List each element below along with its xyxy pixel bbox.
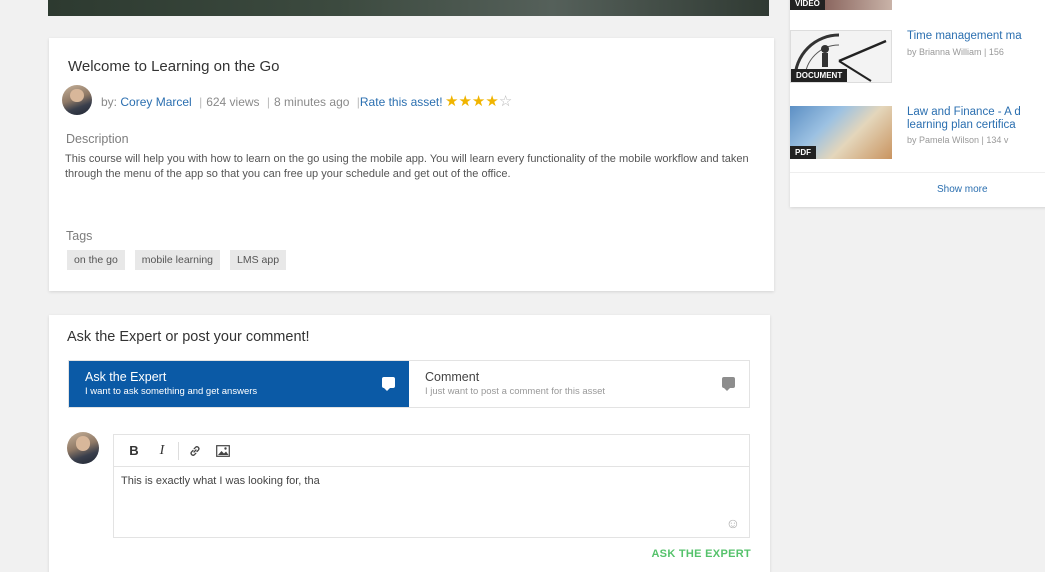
related-assets-panel: VIDEO DOCUMENT Time management ma by Bri… (790, 0, 1045, 207)
meta-separator: | (266, 95, 271, 109)
tag-list: on the go mobile learning LMS app (67, 250, 287, 270)
divider (790, 172, 1045, 173)
tab-subtitle: I just want to post a comment for this a… (425, 386, 606, 397)
star-empty-icon[interactable]: ☆ (499, 93, 512, 110)
tab-title: Comment (425, 370, 480, 384)
image-icon[interactable] (209, 439, 237, 463)
comment-mode-tabs: Ask the Expert I want to ask something a… (68, 360, 750, 408)
tag-chip[interactable]: mobile learning (134, 250, 221, 270)
show-more-link[interactable]: Show more (937, 184, 988, 195)
tag-chip[interactable]: LMS app (230, 250, 287, 270)
rate-asset-link[interactable]: Rate this asset! (360, 95, 443, 109)
star-filled-icon[interactable]: ★ (445, 93, 458, 110)
toolbar-divider (178, 441, 179, 460)
comment-card: Ask the Expert or post your comment! Ask… (49, 315, 770, 572)
tab-subtitle: I want to ask something and get answers (85, 386, 258, 397)
tab-comment[interactable]: Comment I just want to post a comment fo… (409, 361, 749, 407)
type-badge: VIDEO (790, 0, 825, 10)
author-avatar[interactable] (62, 85, 92, 115)
related-asset-title[interactable]: Law and Finance - A d learning plan cert… (907, 106, 1021, 132)
user-avatar (67, 432, 99, 464)
related-asset-meta: by Brianna William | 156 (907, 47, 1004, 57)
ask-expert-submit-button[interactable]: ASK THE EXPERT (651, 548, 751, 560)
editor-toolbar: B I (114, 435, 749, 467)
asset-meta: by: Corey Marcel | 624 views | 8 minutes a… (101, 95, 443, 109)
title-line: learning plan certifica (907, 119, 1016, 131)
star-rating[interactable]: ★★★★☆ (445, 92, 512, 110)
speech-bubble-icon (722, 377, 735, 391)
related-asset-meta: by Pamela Wilson | 134 v (907, 135, 1009, 145)
hero-image (48, 0, 769, 16)
asset-title: Welcome to Learning on the Go (68, 58, 280, 75)
video-thumbnail[interactable]: VIDEO (790, 0, 892, 10)
smiley-icon[interactable]: ☺ (726, 515, 740, 531)
document-thumbnail[interactable]: DOCUMENT (790, 30, 892, 83)
type-badge: DOCUMENT (791, 69, 848, 82)
author-link[interactable]: Corey Marcel (120, 95, 191, 109)
time-ago: 8 minutes ago (274, 95, 350, 109)
tag-chip[interactable]: on the go (67, 250, 125, 270)
pdf-thumbnail[interactable]: PDF (790, 106, 892, 159)
star-filled-icon[interactable]: ★ (458, 93, 471, 110)
italic-button[interactable]: I (148, 439, 176, 463)
star-filled-icon[interactable]: ★ (485, 93, 498, 110)
tags-label: Tags (66, 229, 93, 243)
link-icon[interactable] (181, 439, 209, 463)
asset-details-card: Welcome to Learning on the Go by: Corey … (49, 38, 774, 291)
title-line: Law and Finance - A d (907, 106, 1021, 118)
comment-heading: Ask the Expert or post your comment! (67, 329, 310, 345)
star-filled-icon[interactable]: ★ (472, 93, 485, 110)
type-badge: PDF (790, 146, 816, 159)
comment-draft-text[interactable]: This is exactly what I was looking for, … (121, 475, 320, 487)
description-text: This course will help you with how to le… (65, 153, 749, 180)
comment-editor[interactable]: B I This is exactly what I was looking f… (113, 434, 750, 538)
meta-separator: | (199, 95, 203, 109)
tab-ask-expert[interactable]: Ask the Expert I want to ask something a… (69, 361, 409, 407)
bold-button[interactable]: B (120, 439, 148, 463)
description-label: Description (66, 132, 129, 146)
tab-title: Ask the Expert (85, 370, 167, 384)
by-label: by: (101, 95, 118, 109)
related-asset-title[interactable]: Time management ma (907, 30, 1022, 43)
speech-bubble-icon (382, 377, 395, 391)
views-count: 624 views (206, 95, 260, 109)
